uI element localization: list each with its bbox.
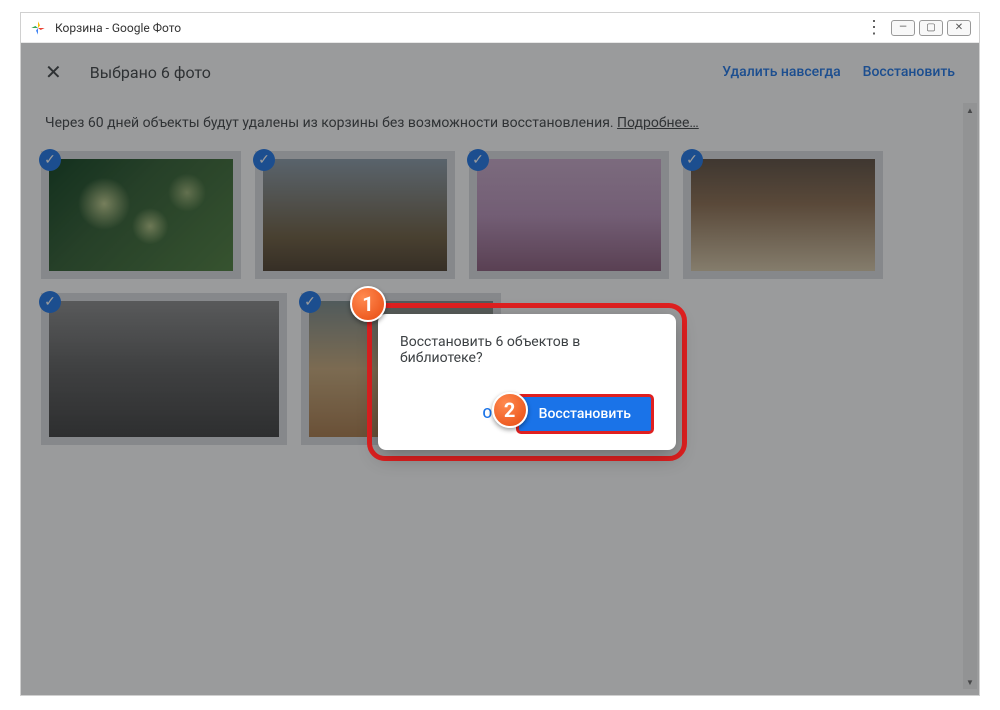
app-logo-icon <box>29 19 47 37</box>
content-area: ✕ Выбрано 6 фото Удалить навсегда Восста… <box>21 43 979 695</box>
close-window-button[interactable]: ✕ <box>947 20 971 36</box>
dialog-buttons: Отм 2 Восстановить <box>400 394 654 434</box>
window-frame: Корзина - Google Фото ⋮ — ▢ ✕ ✕ Выбрано … <box>20 12 980 696</box>
step-badge-2: 2 <box>492 392 528 428</box>
window-controls: — ▢ ✕ <box>891 20 971 36</box>
window-title: Корзина - Google Фото <box>55 21 857 35</box>
minimize-button[interactable]: — <box>891 20 915 36</box>
dialog-question: Восстановить 6 объектов в библиотеке? <box>400 334 654 366</box>
restore-button[interactable]: Восстановить <box>516 394 654 434</box>
menu-dots-icon[interactable]: ⋮ <box>857 17 891 38</box>
maximize-button[interactable]: ▢ <box>919 20 943 36</box>
titlebar: Корзина - Google Фото ⋮ — ▢ ✕ <box>21 13 979 43</box>
step-badge-1: 1 <box>350 286 386 322</box>
restore-dialog: Восстановить 6 объектов в библиотеке? От… <box>378 314 676 450</box>
dialog-highlight: 1 Восстановить 6 объектов в библиотеке? … <box>367 303 687 461</box>
